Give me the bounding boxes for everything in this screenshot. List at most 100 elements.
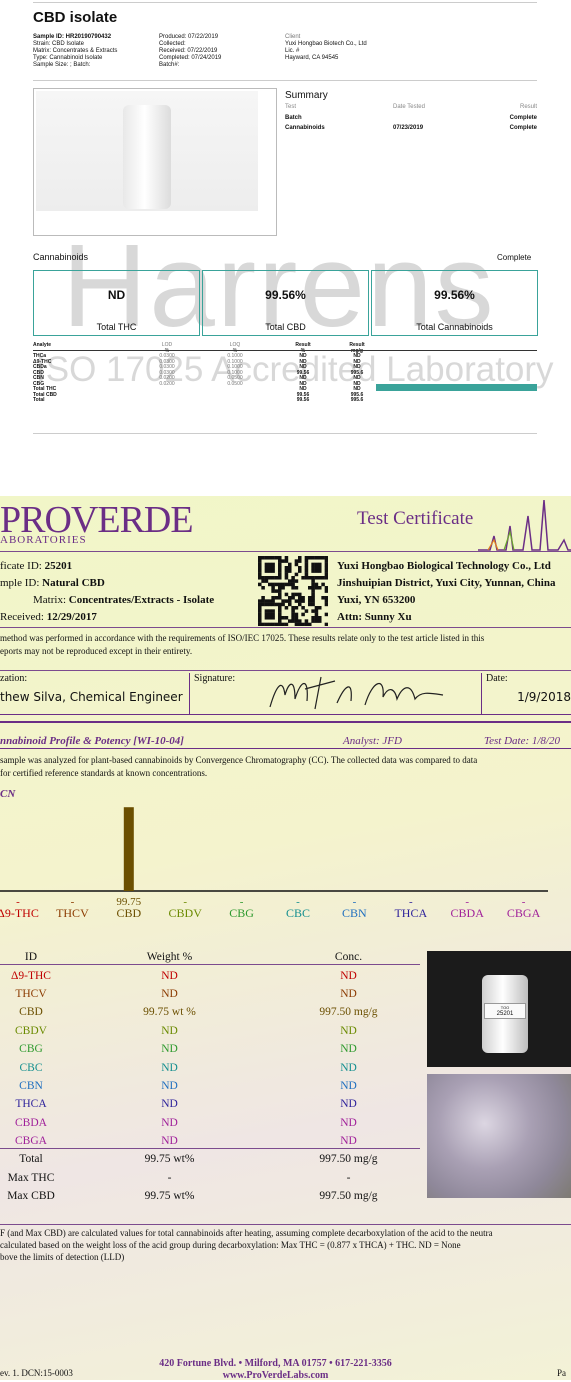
analyte-table: Analyte LOD LOQ Result Result %%%mg/gTHC… — [33, 342, 537, 404]
sample-id-label: mple ID: — [0, 577, 40, 589]
category-label: CBDA — [451, 906, 485, 920]
potency-weight: ND — [161, 1098, 178, 1111]
signature-box: Signature: — [190, 673, 482, 715]
batch: Batch#: — [159, 62, 180, 68]
potency-row: Max THC - - — [0, 1169, 420, 1187]
potency-conc: 997.50 mg/g — [319, 1006, 378, 1019]
potency-id: CBDA — [15, 1116, 47, 1129]
potency-bar-chart: -Δ9-THC-THCV99.75CBD-CBDV-CBG-CBC-CBN-TH… — [0, 807, 548, 920]
potency-weight: ND — [161, 1043, 178, 1056]
isolate-report: CBD isolate Sample ID: HR20190790432 Str… — [0, 0, 571, 440]
sample-id-value: Natural CBD — [42, 577, 105, 589]
website-link[interactable]: www.ProVerdeLabs.com — [0, 1370, 551, 1382]
potency-row: CBC ND ND — [0, 1058, 420, 1076]
potency-weight: 99.75 wt % — [143, 1006, 196, 1019]
date-value: 1/9/2018 — [517, 690, 571, 704]
sample-info: ficate ID: 25201 mple ID: Natural CBD Ma… — [0, 558, 214, 626]
footnote-rule — [0, 1224, 571, 1225]
header-rule — [33, 80, 537, 81]
potency-weight: - — [167, 1171, 172, 1184]
category-label: CBD — [116, 906, 141, 920]
address-line: 420 Fortune Blvd. • Milford, MA 01757 • … — [159, 1358, 392, 1369]
client-label: Client — [285, 34, 301, 40]
date-label: Date: — [486, 673, 508, 684]
category-label: THCV — [56, 906, 89, 920]
profile-title: nnabinoid Profile & Potency [WI-10-04] — [0, 735, 184, 747]
matrix-label: Matrix: — [33, 594, 66, 606]
client-info: Client Yuxi Hongbao Biotech Co., Ltd Lic… — [285, 34, 367, 62]
potency-conc: ND — [340, 1061, 357, 1074]
potency-weight: ND — [161, 1061, 178, 1074]
potency-id: CBG — [19, 1043, 43, 1056]
potency-id: CBC — [19, 1061, 43, 1074]
summary-row-batch-result: Complete — [509, 115, 537, 121]
result-mg: 995.6 — [350, 397, 364, 403]
potency-row: CBN ND ND — [0, 1077, 420, 1095]
category-label: CBDV — [169, 906, 203, 920]
potency-weight: 99.75 wt% — [144, 1190, 195, 1203]
proverde-certificate: PROVERDE ABORATORIES Test Certificate fi… — [0, 496, 571, 1382]
analyte-header-rule — [33, 350, 537, 351]
total-cbd-label: Total CBD — [265, 322, 306, 332]
client-city: Hayward, CA 94545 — [285, 55, 339, 61]
iso-statement: method was performed in accordance with … — [0, 632, 484, 658]
footnote: F (and Max CBD) are calculated values fo… — [0, 1227, 493, 1263]
category-label: Δ9-THC — [0, 906, 39, 920]
revision-label: ev. 1. DCN:15-0003 — [0, 1368, 73, 1378]
potency-conc: - — [346, 1171, 351, 1184]
summary-header-test: Test — [285, 104, 297, 110]
summary-row-cannabinoids-result: Complete — [509, 125, 537, 131]
strain: Strain: CBD Isolate — [33, 41, 85, 47]
certificate-title: Test Certificate — [357, 508, 474, 529]
potency-id: Total — [19, 1153, 43, 1166]
received-row: Received: 12/29/2017 — [0, 609, 214, 626]
footnote-line2: calculated based on the weight loss of t… — [0, 1240, 461, 1250]
statement-divider — [0, 670, 571, 671]
potency-weight: 99.75 wt% — [144, 1153, 195, 1166]
page-label: Pa — [557, 1368, 566, 1378]
category-label: CBN — [342, 906, 367, 920]
potency-weight: ND — [161, 1079, 178, 1092]
analyte-row: Total 99.56 995.6 — [33, 397, 537, 404]
potency-conc: ND — [340, 1116, 357, 1129]
category-label: CBC — [286, 906, 310, 920]
potency-weight: ND — [161, 987, 178, 1000]
potency-conc: 997.50 mg/g — [319, 1190, 378, 1203]
vial-label-id: 25201 — [496, 1011, 514, 1017]
client-city: Yuxi, YN 653200 — [337, 594, 416, 606]
potency-conc: ND — [340, 1043, 357, 1056]
received-label: Received: — [0, 611, 44, 623]
potency-weight: ND — [161, 1116, 178, 1129]
potency-row: THCV ND ND — [0, 985, 420, 1003]
cert-id-row: ficate ID: 25201 — [0, 558, 214, 575]
total-thc-box: ND Total THC — [33, 270, 200, 336]
category-label: THCA — [394, 906, 427, 920]
product-photo — [36, 91, 258, 211]
iso-statement-line1: method was performed in accordance with … — [0, 633, 485, 643]
client-lic: Lic. # — [285, 48, 300, 54]
received-value: 12/29/2017 — [46, 611, 97, 623]
potency-id: THCV — [15, 987, 47, 1000]
analyst: Analyst: JFD — [343, 735, 402, 747]
profile-rule — [0, 748, 571, 749]
test-date: Test Date: 1/8/20 — [484, 735, 560, 747]
summary-row-cannabinoids-test: Cannabinoids — [285, 125, 325, 131]
potency-row: THCA ND ND — [0, 1095, 420, 1113]
summary-table: Test Date Tested Result Batch Complete C… — [285, 104, 537, 134]
completed: Completed: 07/24/2019 — [159, 55, 222, 61]
matrix-value: Concentrates/Extracts - Isolate — [68, 594, 215, 606]
potency-row: Δ9-THC ND ND — [0, 966, 420, 984]
produced: Produced: 07/22/2019 — [159, 34, 219, 40]
summary-header-date: Date Tested — [393, 104, 425, 110]
header-divider — [0, 551, 571, 552]
total-thc-value: ND — [107, 288, 126, 302]
total-cannabinoids-label: Total Cannabinoids — [416, 322, 493, 332]
potency-row: CBDV ND ND — [0, 1022, 420, 1040]
analyte-name: Total — [33, 397, 45, 403]
cert-id-label: ficate ID: — [0, 560, 42, 572]
summary-row-cannabinoids-date: 07/23/2019 — [393, 125, 424, 131]
sample-id: Sample ID: HR20190790432 — [33, 34, 112, 40]
matrix-row: Matrix: Concentrates/Extracts - Isolate — [0, 592, 214, 609]
potency-id: CBN — [19, 1079, 43, 1092]
potency-row: CBDA ND ND — [0, 1114, 420, 1132]
